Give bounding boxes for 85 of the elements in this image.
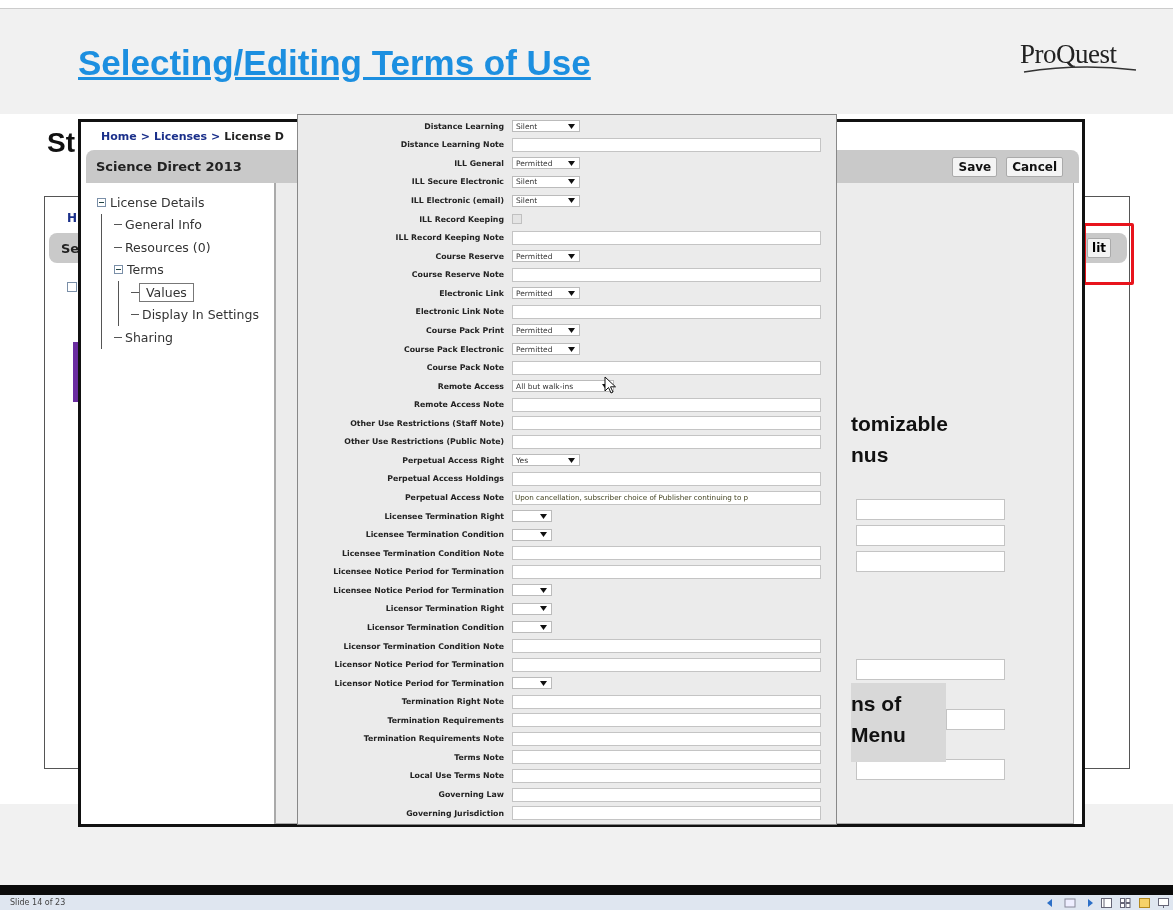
tree-toggle-icon — [67, 282, 77, 292]
tree-item[interactable]: Resources (0) — [122, 238, 214, 256]
dropdown-arrow-icon — [568, 198, 575, 204]
input-field[interactable] — [512, 546, 821, 561]
input-field[interactable] — [856, 525, 1005, 546]
slide-title: Selecting/Editing Terms of Use — [78, 43, 591, 83]
callout-text: nus — [851, 442, 890, 468]
input-field[interactable] — [856, 499, 1005, 520]
input-field[interactable] — [512, 360, 821, 375]
slideshow-icon[interactable] — [1158, 897, 1169, 908]
tree-line — [114, 336, 122, 338]
input-field[interactable] — [512, 731, 821, 746]
slide-icon[interactable] — [1064, 897, 1076, 908]
dropdown-arrow-icon — [540, 606, 547, 612]
callout-text: ns of — [851, 691, 903, 717]
breadcrumb-separator: > — [140, 130, 150, 145]
tree-line — [131, 314, 139, 316]
tree-item[interactable]: Terms — [124, 261, 167, 279]
normal-view-icon[interactable] — [1101, 897, 1112, 908]
record-title: Science Direct 2013 — [96, 159, 242, 174]
dropdown-arrow-icon — [568, 327, 575, 333]
input-field[interactable] — [512, 657, 821, 672]
dropdown-arrow-icon — [568, 253, 575, 259]
dropdown-arrow-icon — [540, 624, 547, 630]
breadcrumb-current: License D — [224, 130, 284, 145]
collapse-icon[interactable] — [114, 265, 123, 275]
slide-subtitle: St — [47, 127, 75, 159]
input-field[interactable] — [512, 713, 821, 728]
reading-view-icon[interactable] — [1139, 897, 1150, 908]
dropdown-arrow-icon — [568, 346, 575, 352]
callout-text: Menu — [851, 722, 907, 748]
input-field[interactable] — [512, 471, 821, 486]
callout-text: tomizable — [851, 411, 948, 437]
dropdown[interactable] — [512, 677, 552, 690]
dropdown[interactable] — [512, 621, 552, 634]
edit-button[interactable]: lit — [1087, 238, 1111, 258]
input-field[interactable] — [512, 750, 821, 765]
input-field[interactable] — [512, 137, 821, 152]
input-field[interactable] — [512, 416, 821, 431]
input-field[interactable] — [512, 787, 821, 802]
input-field[interactable] — [512, 694, 821, 709]
dropdown[interactable] — [512, 602, 552, 615]
tree-item[interactable]: License Details — [107, 193, 208, 211]
input-field[interactable] — [512, 434, 821, 449]
slide-sorter-icon[interactable] — [1120, 897, 1131, 908]
dropdown-arrow-icon — [568, 160, 575, 166]
breadcrumb-link[interactable]: Licenses — [153, 130, 208, 148]
tree-item[interactable]: Values — [139, 282, 194, 302]
tree-item[interactable]: General Info — [122, 216, 205, 234]
mouse-pointer-icon — [604, 376, 616, 394]
input-field[interactable] — [946, 709, 1005, 730]
dropdown-arrow-icon — [568, 457, 575, 463]
slide-counter: Slide 14 of 23 — [10, 898, 66, 907]
breadcrumb-link[interactable]: H — [67, 211, 78, 225]
collapse-icon[interactable] — [97, 197, 106, 207]
tree-line — [114, 224, 122, 226]
tree-line — [114, 246, 122, 248]
dropdown[interactable] — [512, 584, 552, 597]
dropdown-arrow-icon — [540, 587, 547, 593]
breadcrumb-link[interactable]: Home — [101, 130, 137, 148]
tree-item[interactable]: Sharing — [122, 328, 176, 346]
dropdown-arrow-icon — [568, 179, 575, 185]
header-title: Se — [61, 240, 80, 256]
input-field[interactable] — [512, 267, 821, 282]
input-field[interactable] — [512, 304, 821, 319]
dropdown-arrow-icon — [540, 680, 547, 686]
input-field[interactable] — [856, 659, 1005, 680]
dropdown-arrow-icon — [540, 532, 547, 538]
input-field[interactable] — [512, 397, 821, 412]
proquest-logo: ProQuest — [1020, 39, 1140, 75]
tree-item[interactable]: Display In Settings — [139, 306, 262, 324]
input-field[interactable] — [856, 551, 1005, 572]
dropdown-arrow-icon — [568, 123, 575, 129]
dropdown[interactable] — [512, 528, 552, 541]
dropdown-arrow-icon — [540, 513, 547, 519]
action-button[interactable]: Cancel — [1006, 156, 1063, 177]
input-field[interactable] — [512, 230, 821, 245]
input-field[interactable] — [512, 768, 821, 783]
action-button[interactable]: Save — [952, 156, 998, 177]
dropdown[interactable] — [512, 510, 552, 523]
dropdown-arrow-icon — [568, 290, 575, 296]
input-field[interactable] — [512, 564, 821, 579]
input-field[interactable] — [512, 806, 821, 821]
breadcrumb-separator: > — [211, 130, 221, 145]
input-field[interactable] — [512, 639, 821, 654]
